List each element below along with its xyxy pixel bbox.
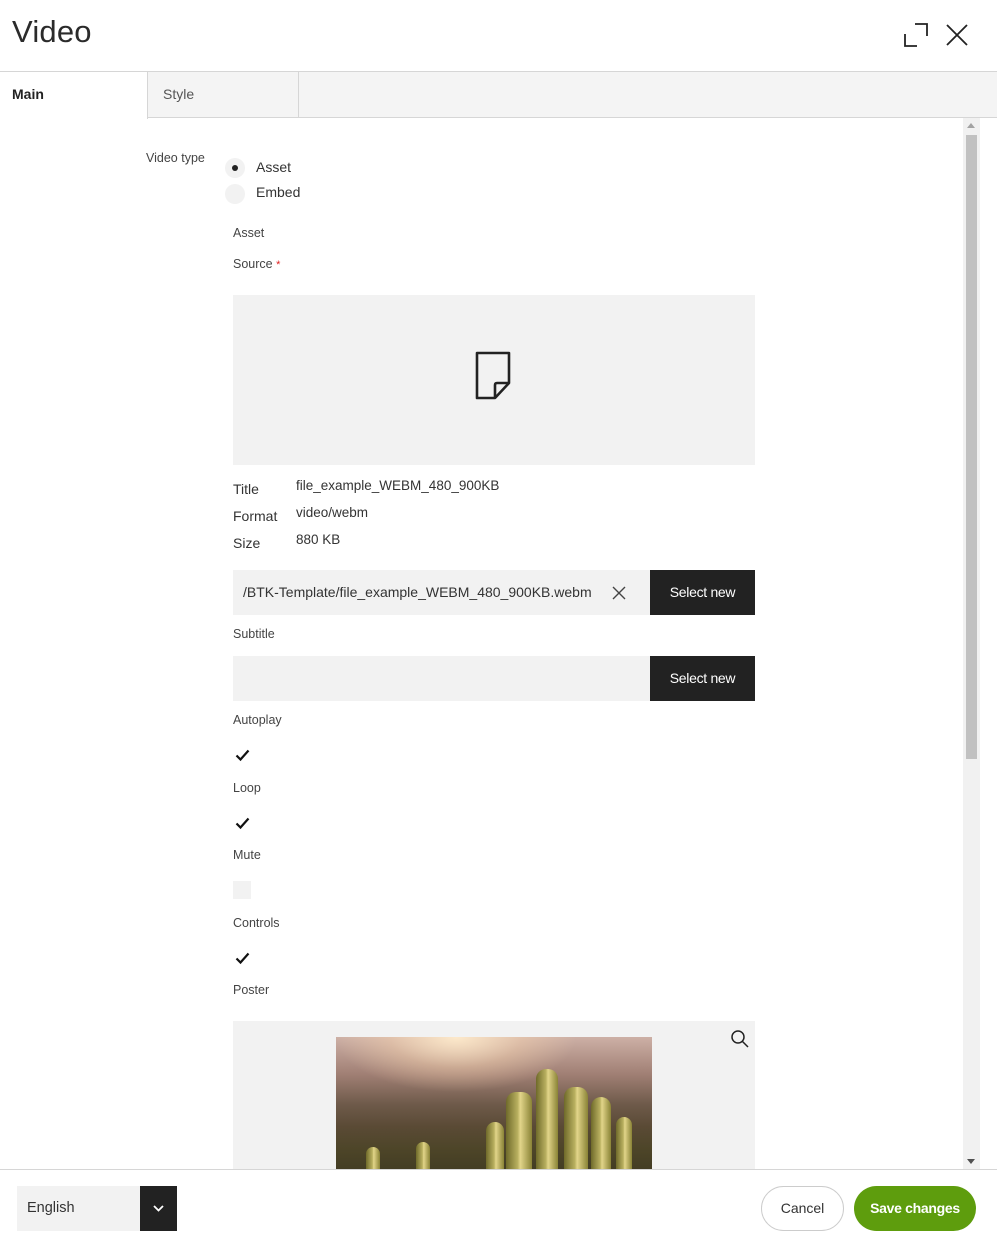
expand-button[interactable] bbox=[901, 20, 931, 50]
checkmark-icon bbox=[235, 817, 250, 830]
cactus-shape bbox=[416, 1142, 430, 1169]
cactus-shape bbox=[616, 1117, 632, 1169]
cactus-shape bbox=[486, 1122, 504, 1169]
required-mark: * bbox=[276, 259, 281, 271]
search-icon[interactable] bbox=[730, 1029, 750, 1049]
source-label: Source * bbox=[233, 257, 280, 271]
radio-asset[interactable] bbox=[225, 158, 245, 178]
close-icon bbox=[946, 24, 968, 46]
checkmark-icon bbox=[235, 952, 250, 965]
source-path-field[interactable]: /BTK-Template/file_example_WEBM_480_900K… bbox=[233, 570, 650, 615]
document-icon bbox=[475, 351, 511, 400]
dialog-footer: English Cancel Save changes bbox=[0, 1169, 997, 1243]
meta-format-key: Format bbox=[233, 508, 278, 524]
meta-title-key: Title bbox=[233, 481, 259, 497]
select-new-subtitle-button[interactable]: Select new bbox=[650, 656, 755, 701]
select-new-source-button[interactable]: Select new bbox=[650, 570, 755, 615]
autoplay-label: Autoplay bbox=[233, 713, 282, 727]
dialog-header: Video bbox=[0, 0, 997, 72]
subtitle-field[interactable] bbox=[233, 656, 650, 701]
expand-icon bbox=[904, 23, 928, 47]
cactus-shape bbox=[506, 1092, 532, 1169]
content-scrollbar[interactable] bbox=[963, 118, 980, 1169]
mute-label: Mute bbox=[233, 848, 261, 862]
subtitle-label: Subtitle bbox=[233, 627, 275, 641]
meta-size-key: Size bbox=[233, 535, 261, 551]
tab-style[interactable]: Style bbox=[148, 72, 299, 118]
scroll-down-icon[interactable] bbox=[967, 1159, 975, 1164]
video-type-label: Video type bbox=[146, 151, 205, 165]
language-select[interactable]: English bbox=[17, 1186, 177, 1231]
meta-title-value: file_example_WEBM_480_900KB bbox=[296, 478, 500, 493]
radio-embed[interactable] bbox=[225, 184, 245, 204]
autoplay-checkbox[interactable] bbox=[233, 747, 251, 765]
radio-asset-label: Asset bbox=[256, 159, 292, 175]
scroll-thumb[interactable] bbox=[966, 135, 977, 759]
chevron-down-icon bbox=[153, 1205, 164, 1212]
asset-section-label: Asset bbox=[233, 226, 265, 240]
controls-checkbox[interactable] bbox=[233, 950, 251, 968]
radio-embed-label: Embed bbox=[256, 184, 301, 200]
poster-image bbox=[336, 1037, 652, 1169]
cactus-shape bbox=[591, 1097, 611, 1169]
controls-label: Controls bbox=[233, 916, 280, 930]
tab-bar: Main Style bbox=[0, 72, 997, 119]
cancel-button[interactable]: Cancel bbox=[761, 1186, 844, 1231]
source-path-value: /BTK-Template/file_example_WEBM_480_900K… bbox=[243, 584, 592, 600]
loop-label: Loop bbox=[233, 781, 261, 795]
poster-label: Poster bbox=[233, 983, 270, 997]
tab-main[interactable]: Main bbox=[0, 72, 148, 119]
form-content: Video type Asset Embed Asset Source * Ti… bbox=[0, 118, 997, 1169]
source-label-text: Source bbox=[233, 257, 273, 271]
clear-source-icon[interactable] bbox=[611, 585, 627, 601]
source-preview bbox=[233, 295, 755, 465]
meta-size-value: 880 KB bbox=[296, 532, 341, 547]
language-dropdown-toggle[interactable] bbox=[140, 1186, 177, 1231]
cactus-shape bbox=[536, 1069, 558, 1169]
mute-checkbox[interactable] bbox=[233, 881, 251, 899]
cactus-shape bbox=[366, 1147, 380, 1169]
loop-checkbox[interactable] bbox=[233, 815, 251, 833]
save-changes-button[interactable]: Save changes bbox=[854, 1186, 976, 1231]
poster-preview bbox=[233, 1021, 755, 1169]
language-value: English bbox=[27, 1200, 75, 1216]
scroll-up-icon[interactable] bbox=[967, 123, 975, 128]
checkmark-icon bbox=[235, 749, 250, 762]
meta-format-value: video/webm bbox=[296, 505, 369, 520]
close-button[interactable] bbox=[942, 20, 972, 50]
cactus-shape bbox=[564, 1087, 588, 1169]
dialog-title: Video bbox=[12, 14, 92, 49]
